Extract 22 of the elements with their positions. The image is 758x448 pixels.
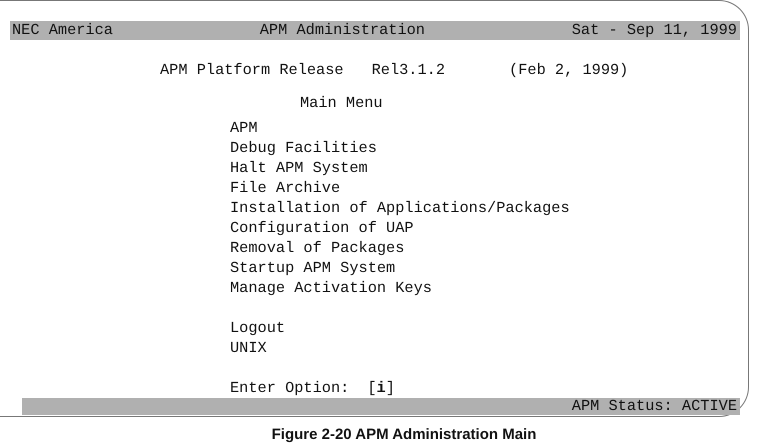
figure-caption: Figure 2-20 APM Administration Main [270, 425, 538, 445]
menu-item[interactable]: Debug Facilities [230, 138, 377, 158]
menu-item[interactable]: File Archive [230, 178, 340, 198]
menu-item[interactable]: UNIX [230, 338, 267, 358]
prompt-label: Enter Option: [230, 378, 350, 398]
vendor-name: NEC America [12, 21, 113, 40]
menu-item[interactable]: Configuration of UAP [230, 218, 414, 238]
menu-title: Main Menu [300, 93, 383, 113]
release-date: (Feb 2, 1999) [509, 60, 628, 80]
status-text: APM Status: ACTIVE [572, 398, 737, 415]
release-version: Rel3.1.2 [372, 60, 446, 80]
menu-item[interactable]: Removal of Packages [230, 238, 404, 258]
menu-item[interactable]: Halt APM System [230, 158, 368, 178]
menu-item[interactable]: Installation of Applications/Packages [230, 198, 570, 218]
date-text: Sat - Sep 11, 1999 [572, 21, 737, 40]
menu-item[interactable]: Manage Activation Keys [230, 278, 432, 298]
menu-item[interactable]: APM [230, 118, 258, 138]
menu-item[interactable]: Startup APM System [230, 258, 396, 278]
app-title: APM Administration [260, 21, 425, 40]
menu-item[interactable]: Logout [230, 318, 286, 338]
option-input[interactable]: [i] [367, 378, 395, 398]
release-title: APM Platform Release [160, 60, 344, 80]
